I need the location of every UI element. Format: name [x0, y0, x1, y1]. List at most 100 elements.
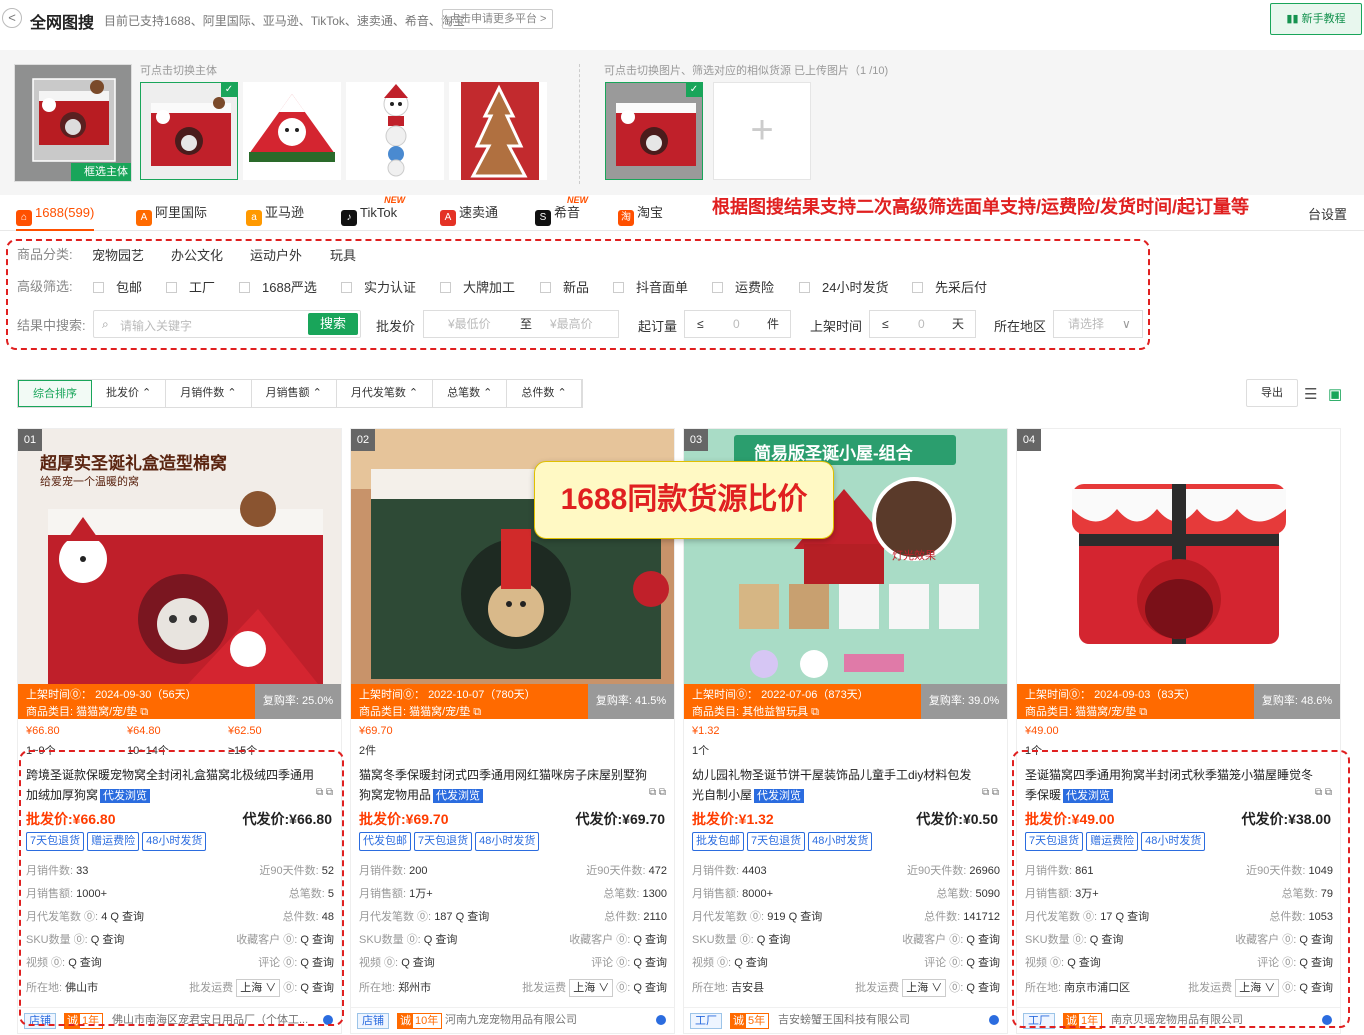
query-link[interactable]: Q 查询 — [633, 982, 667, 994]
tab-amazon[interactable]: a 亚马逊 — [246, 195, 304, 231]
tab-aliexpress[interactable]: A 速卖通 — [440, 195, 498, 231]
sort-monthly-qty[interactable]: 月销件数 ⌃ — [166, 380, 252, 407]
dropship-value: ¥0.50 — [962, 811, 998, 827]
category-value[interactable]: 其他益智玩具 ⧉ — [742, 706, 819, 718]
filter-certified[interactable]: 实力认证 — [341, 277, 416, 296]
category-value[interactable]: 猫猫窝/宠/垫 ⧉ — [1075, 706, 1147, 718]
supplier-footer[interactable]: 工厂诚 5年 吉安螃蟹王国科技有限公司 — [684, 1007, 1007, 1033]
checkbox[interactable] — [912, 282, 923, 293]
max-price-input[interactable]: ¥最高价 — [550, 311, 593, 337]
chat-icon[interactable] — [656, 1015, 666, 1025]
image-view-icon[interactable]: ▣ — [1328, 385, 1342, 403]
price-range-input[interactable]: ¥最低价 至 ¥最高价 — [423, 310, 619, 338]
category-outdoor[interactable]: 运动户外 — [250, 245, 302, 264]
company-name[interactable]: 吉安螃蟹王国科技有限公司 — [778, 1008, 983, 1032]
tab-alibaba[interactable]: A 阿里国际 — [136, 195, 207, 231]
product-title[interactable]: 幼儿园礼物圣诞节饼干屋装饰品儿童手工diy材料包发光自制小屋 代发浏览 — [692, 765, 982, 805]
subject-thumb-4[interactable] — [449, 82, 547, 180]
ship-origin-select[interactable]: 上海 ∨ — [569, 979, 614, 998]
checkbox[interactable] — [166, 282, 177, 293]
filter-1688-select[interactable]: 1688严选 — [239, 277, 317, 296]
chat-icon[interactable] — [989, 1015, 999, 1025]
search-input[interactable]: ⌕ 请输入关键字 搜索 — [93, 310, 361, 338]
filter-free-shipping[interactable]: 包邮 — [93, 277, 142, 296]
list-time-input[interactable]: ≤ 0 天 — [869, 310, 976, 338]
category-value[interactable]: 猫猫窝/宠/垫 ⧉ — [76, 706, 148, 718]
frame-subject-tag[interactable]: 框选主体 — [71, 163, 131, 181]
supplier-footer[interactable]: 店铺诚 10年 河南九宠宠物用品有限公司 — [351, 1007, 674, 1033]
checkbox[interactable] — [93, 282, 104, 293]
checkbox[interactable] — [440, 282, 451, 293]
query-link[interactable]: Q 查询 — [633, 957, 667, 969]
query-link[interactable]: Q 查询 — [734, 957, 768, 969]
subject-thumb-2[interactable] — [243, 82, 341, 180]
uploaded-image-1[interactable]: ✓ — [605, 82, 703, 180]
sort-total-orders[interactable]: 总笔数 ⌃ — [433, 380, 508, 407]
checkbox[interactable] — [799, 282, 810, 293]
export-button[interactable]: 导出 — [1246, 379, 1298, 407]
subject-photo — [141, 83, 237, 179]
tab-shein[interactable]: S 希音 NEW — [535, 195, 588, 231]
filter-24h[interactable]: 24小时发货 — [799, 277, 888, 296]
query-link[interactable]: Q 查询 — [757, 934, 791, 946]
category-value[interactable]: 猫猫窝/宠/垫 ⧉ — [409, 706, 481, 718]
product-image[interactable]: 04 — [1017, 429, 1340, 684]
region-select[interactable]: 请选择 ∨ — [1053, 310, 1143, 338]
back-icon[interactable]: < — [2, 8, 22, 28]
min-price-input[interactable]: ¥最低价 — [448, 311, 491, 337]
checkbox[interactable] — [239, 282, 250, 293]
settings-link[interactable]: 台设置 — [1308, 204, 1347, 223]
filter-new[interactable]: 新品 — [540, 277, 589, 296]
add-image-button[interactable]: + — [713, 82, 811, 180]
tab-1688[interactable]: ⌂ 1688(599) — [16, 195, 95, 231]
query-link[interactable]: Q 查询 — [966, 982, 1000, 994]
category-toys[interactable]: 玩具 — [330, 245, 356, 264]
product-title-text[interactable]: 幼儿园礼物圣诞节饼干屋装饰品儿童手工diy材料包发光自制小屋 — [692, 768, 971, 802]
tab-taobao[interactable]: 淘淘宝 — [618, 195, 663, 231]
apply-platform-button[interactable]: 点击申请更多平台 > — [442, 9, 554, 29]
ship-origin-select[interactable]: 上海 ∨ — [902, 979, 947, 998]
days-value[interactable]: 0 — [918, 311, 925, 337]
filter-factory[interactable]: 工厂 — [166, 277, 215, 296]
tab-tiktok[interactable]: ♪ TikTok NEW — [341, 195, 405, 231]
sort-price[interactable]: 批发价 ⌃ — [92, 380, 167, 407]
product-image[interactable]: 超厚实圣诞礼盒造型棉窝 给爱宠一个温暖的窝 01 — [18, 429, 341, 684]
query-link[interactable]: Q 查询 — [966, 934, 1000, 946]
tutorial-button[interactable]: ▮▮ 新手教程 — [1270, 3, 1362, 35]
query-link[interactable]: Q 查询 — [401, 957, 435, 969]
list-view-icon[interactable]: ☰ — [1304, 385, 1317, 403]
category-pet[interactable]: 宠物园艺 — [92, 245, 144, 264]
company-name[interactable]: 河南九宠宠物用品有限公司 — [445, 1008, 650, 1032]
filter-douyin[interactable]: 抖音面单 — [613, 277, 688, 296]
subject-thumb-3[interactable] — [346, 82, 444, 180]
product-title[interactable]: 猫窝冬季保暖封闭式四季通用网红猫咪房子床屋别墅狗狗窝宠物用品 代发浏览 — [359, 765, 649, 805]
copy-icon[interactable]: ⧉ ⧉ — [982, 787, 999, 798]
main-image[interactable]: 框选主体 — [14, 64, 132, 182]
product-title-text[interactable]: 猫窝冬季保暖封闭式四季通用网红猫咪房子床屋别墅狗狗窝宠物用品 — [359, 768, 647, 802]
filter-brand-oem[interactable]: 大牌加工 — [440, 277, 515, 296]
checkbox[interactable] — [540, 282, 551, 293]
query-link[interactable]: Q 查询 — [424, 934, 458, 946]
sort-monthly-amount[interactable]: 月销售额 ⌃ — [252, 380, 337, 407]
query-link[interactable]: Q 查询 — [966, 957, 1000, 969]
dropship-browse-tag[interactable]: 代发浏览 — [433, 789, 484, 803]
subject-thumb-1[interactable]: ✓ — [140, 82, 238, 180]
query-link[interactable]: Q 查询 — [789, 911, 823, 923]
filter-pay-later[interactable]: 先采后付 — [912, 277, 987, 296]
dropship-browse-tag[interactable]: 代发浏览 — [754, 789, 805, 803]
sort-total-qty[interactable]: 总件数 ⌃ — [507, 380, 582, 407]
category-office[interactable]: 办公文化 — [171, 245, 223, 264]
checkbox[interactable] — [341, 282, 352, 293]
stat-label: 月销售额: — [359, 888, 407, 900]
copy-icon[interactable]: ⧉ ⧉ — [649, 787, 666, 798]
checkbox[interactable] — [613, 282, 624, 293]
filter-freight-insurance[interactable]: 运费险 — [712, 277, 774, 296]
query-link[interactable]: Q 查询 — [633, 934, 667, 946]
query-link[interactable]: Q 查询 — [456, 911, 490, 923]
checkbox[interactable] — [712, 282, 723, 293]
search-button[interactable]: 搜索 — [308, 313, 358, 335]
moq-input[interactable]: ≤ 0 件 — [684, 310, 791, 338]
sort-default[interactable]: 综合排序 — [18, 380, 92, 407]
moq-value[interactable]: 0 — [733, 311, 740, 337]
sort-dropship-orders[interactable]: 月代发笔数 ⌃ — [337, 380, 434, 407]
